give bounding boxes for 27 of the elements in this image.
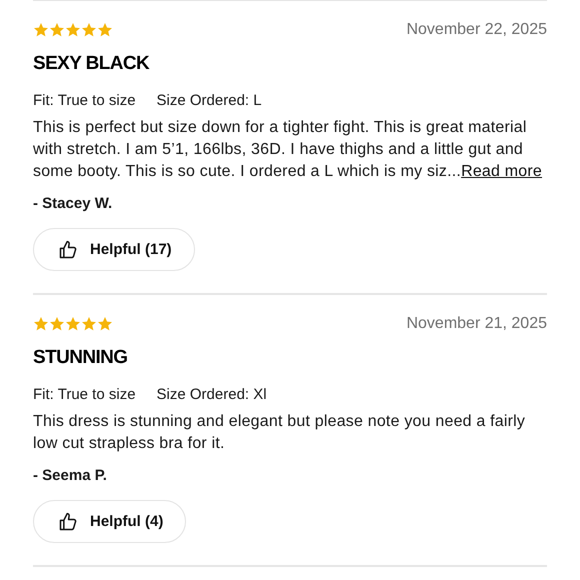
size-label: Size Ordered: Xl [156,386,267,403]
helpful-button[interactable]: Helpful (4) [33,500,186,543]
review-text: This dress is stunning and elegant but please note you need a fairly low cut strapless bra for it. [33,412,526,454]
star-icon [65,22,81,38]
star-icon [49,22,65,38]
star-icon [65,316,81,332]
read-more-link[interactable]: Read more [461,163,542,180]
review-title: SEXY BLACK [33,53,150,75]
helpful-button[interactable]: Helpful (17) [33,228,195,271]
reviewer-name: - Seema P. [33,467,108,484]
star-icon [81,22,97,38]
review-date: November 22, 2025 [406,21,547,39]
star-icon [33,316,49,332]
fit-label: Fit: True to size [33,92,136,109]
star-icon [97,316,113,332]
review-title: STUNNING [33,347,128,369]
reviewer-name: - Stacey W. [33,195,114,212]
review-text: This is perfect but size down for a tighter fight. This is great material with stretch. I am 5’1, 166lbs, 36D. I have thighs and a little gut and some booty. This is so cute. I ordered a L which is my siz...Read more [33,118,544,182]
thumbs-up-icon [58,240,78,260]
fit-label: Fit: True to size [33,386,136,403]
star-icon [33,22,49,38]
thumbs-up-icon [58,512,78,532]
star-icon [97,22,113,38]
star-icon [81,316,97,332]
size-label: Size Ordered: L [156,92,262,109]
review-date: November 21, 2025 [406,315,547,333]
star-icon [49,316,65,332]
